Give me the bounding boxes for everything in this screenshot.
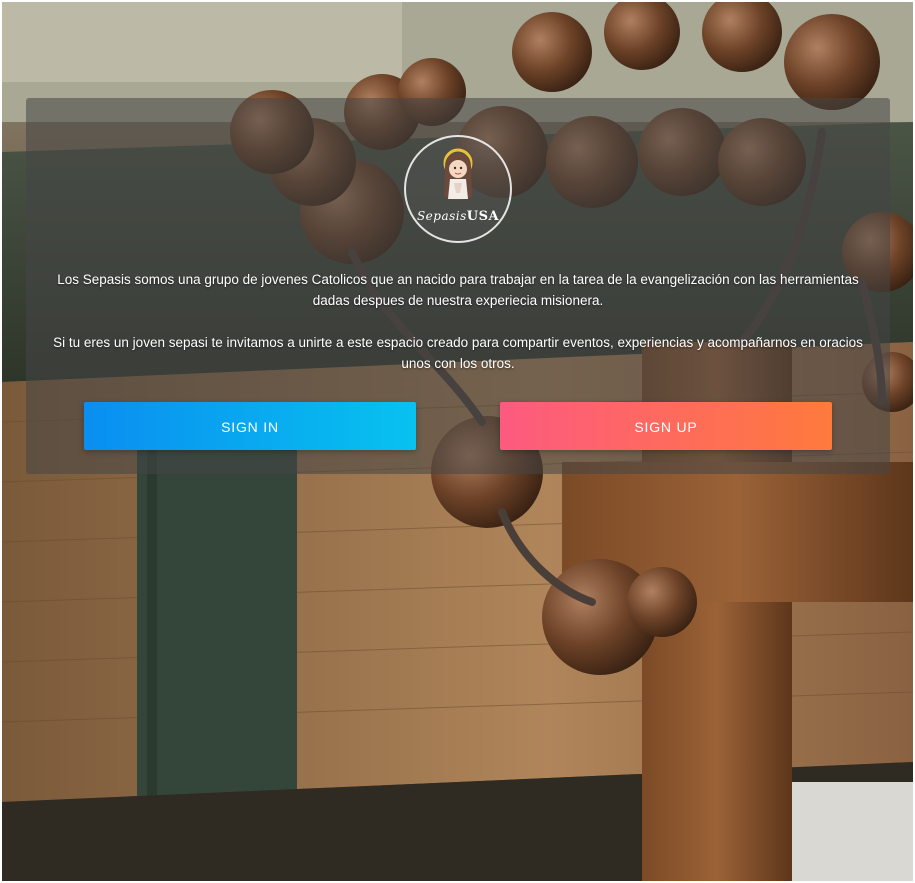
intro-paragraph-1: Los Sepasis somos una grupo de jovenes C… (57, 272, 859, 308)
logo-bold-text: USA (466, 209, 500, 224)
virgin-mary-icon (443, 148, 473, 200)
sign-up-button[interactable]: SIGN UP (500, 402, 832, 450)
intro-paragraph-2: Si tu eres un joven sepasi te invitamos … (53, 335, 863, 371)
logo-wordmark: SepasisUSA (406, 209, 510, 224)
logo-script-text: Sepasis (416, 209, 467, 223)
sepasis-usa-logo: SepasisUSA (404, 135, 512, 243)
sign-in-button[interactable]: SIGN IN (84, 402, 416, 450)
welcome-card: SepasisUSA Los Sepasis somos una grupo d… (26, 98, 890, 474)
landing-page: SepasisUSA Los Sepasis somos una grupo d… (0, 0, 915, 883)
